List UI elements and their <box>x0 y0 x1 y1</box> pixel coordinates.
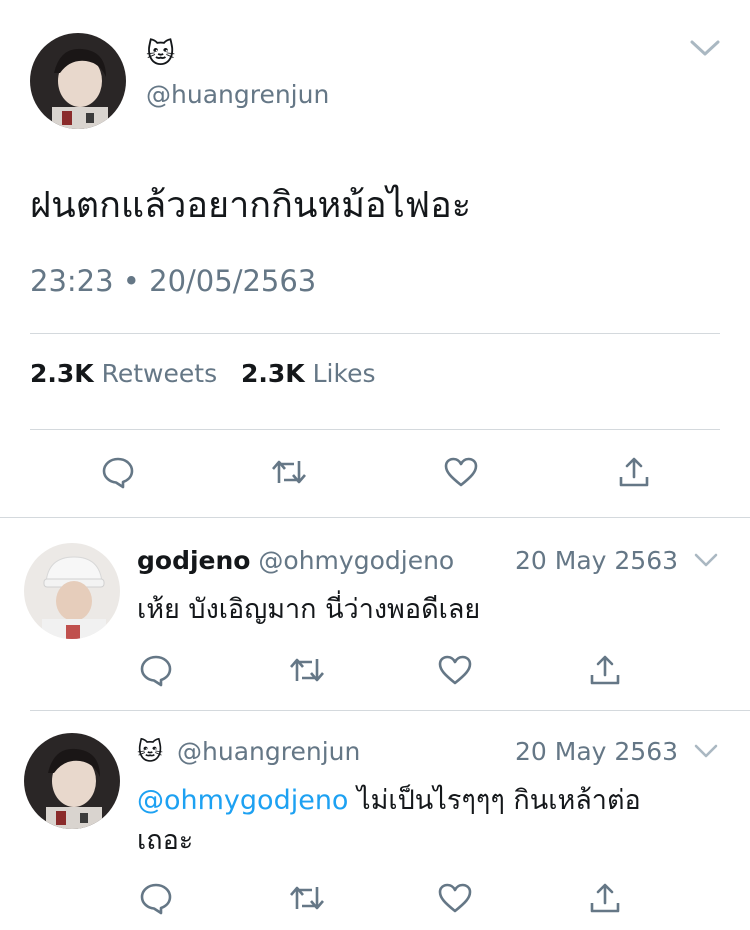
reply-button[interactable] <box>134 648 178 692</box>
display-name-emoji[interactable]: 🐱 <box>137 737 163 766</box>
reply-icon <box>140 883 172 915</box>
retweet-icon <box>290 886 324 910</box>
retweet-count[interactable]: 2.3K <box>30 359 94 388</box>
divider <box>30 429 720 430</box>
tweet-timestamp[interactable]: 23:23 • 20/05/2563 <box>30 263 316 299</box>
user-handle[interactable]: @huangrenjun <box>177 737 360 766</box>
divider <box>30 710 750 711</box>
reply-icon <box>102 457 134 489</box>
reply-date[interactable]: 20 May 2563 <box>515 544 678 578</box>
section-divider <box>0 517 750 518</box>
display-name-emoji[interactable]: 🐱 <box>146 38 175 70</box>
avatar[interactable] <box>24 733 120 829</box>
reply-button[interactable] <box>96 450 140 494</box>
like-button[interactable] <box>439 450 483 494</box>
retweet-icon <box>272 460 306 484</box>
like-button[interactable] <box>433 876 477 920</box>
heart-icon <box>438 883 472 913</box>
heart-icon <box>438 655 472 685</box>
avatar[interactable] <box>30 33 126 129</box>
like-count[interactable]: 2.3K <box>241 359 305 388</box>
reply-header: godjeno @ohmygodjeno <box>137 544 454 578</box>
avatar[interactable] <box>24 543 120 639</box>
reply-date[interactable]: 20 May 2563 <box>515 735 678 769</box>
share-button[interactable] <box>583 876 627 920</box>
divider <box>30 333 720 334</box>
chevron-down-icon[interactable] <box>692 550 720 570</box>
share-button[interactable] <box>583 648 627 692</box>
mention-link[interactable]: @ohmygodjeno <box>137 785 348 816</box>
reply-text: @ohmygodjeno ไม่เป็นไรๆๆๆ กินเหล้าต่อ เถ… <box>137 781 641 861</box>
retweet-button[interactable] <box>285 648 329 692</box>
display-name[interactable]: godjeno <box>137 546 250 575</box>
share-icon <box>590 655 620 685</box>
reply-button[interactable] <box>134 876 178 920</box>
reply-text-line: @ohmygodjeno ไม่เป็นไรๆๆๆ กินเหล้าต่อ <box>137 781 641 821</box>
like-label[interactable]: Likes <box>313 359 376 388</box>
retweet-button[interactable] <box>285 876 329 920</box>
reply-text: เห้ย บังเอิญมาก นี่ว่างพอดีเลย <box>137 594 481 625</box>
like-button[interactable] <box>433 648 477 692</box>
reply-icon <box>140 655 172 687</box>
retweet-label[interactable]: Retweets <box>102 359 217 388</box>
reply-text-line: เถอะ <box>137 825 194 856</box>
tweet-stats: 2.3K Retweets 2.3K Likes <box>30 358 376 390</box>
share-button[interactable] <box>612 450 656 494</box>
user-handle[interactable]: @huangrenjun <box>146 80 329 110</box>
tweet-text: ฝนตกแล้วอยากกินหม้อไฟอะ <box>30 185 472 226</box>
chevron-down-icon[interactable] <box>688 36 722 60</box>
reply-header: 🐱 @huangrenjun <box>137 735 360 769</box>
share-icon <box>590 883 620 913</box>
retweet-icon <box>290 658 324 682</box>
chevron-down-icon[interactable] <box>692 741 720 761</box>
heart-icon <box>444 457 478 487</box>
user-handle[interactable]: @ohmygodjeno <box>258 546 454 575</box>
retweet-button[interactable] <box>267 450 311 494</box>
share-icon <box>619 457 649 487</box>
reply-text-part: ไม่เป็นไรๆๆๆ กินเหล้าต่อ <box>348 785 641 816</box>
